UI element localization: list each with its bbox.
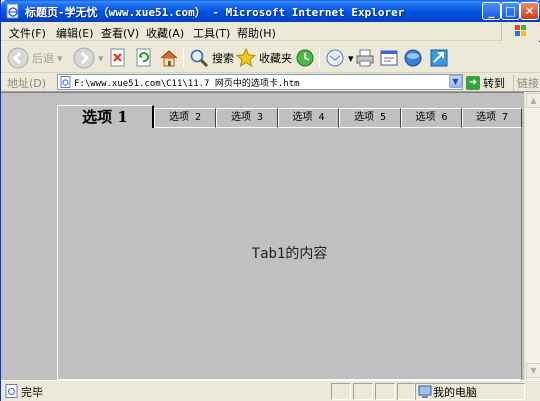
menu-view[interactable]: 查看(V)	[101, 25, 139, 41]
messenger-icon	[404, 49, 422, 67]
tab-7[interactable]: 选项 7	[462, 108, 522, 128]
tab-3[interactable]: 选项 3	[216, 108, 278, 128]
stop-icon	[110, 48, 125, 67]
refresh-icon	[136, 48, 151, 67]
status-cell	[353, 383, 373, 400]
refresh-button[interactable]	[135, 46, 153, 70]
toolbar-separator	[319, 48, 320, 68]
print-button[interactable]	[355, 46, 375, 70]
tab-5[interactable]: 选项 5	[339, 108, 401, 128]
status-text: 完毕	[21, 386, 43, 399]
address-bar: 地址(D) F:\www.xue51.com\C11\11.7 网页中的选项卡.…	[1, 73, 540, 92]
favorites-button[interactable]: 收藏夹	[236, 46, 292, 70]
discuss-button[interactable]	[429, 46, 449, 70]
status-cell	[331, 383, 351, 400]
maximize-button[interactable]: □	[501, 2, 520, 20]
ie-page-icon	[5, 384, 18, 398]
ie-page-icon	[6, 3, 19, 19]
messenger-button[interactable]	[403, 46, 423, 70]
tab-content-text: Tab1的内容	[251, 246, 328, 262]
menu-favorites[interactable]: 收藏(A)	[146, 25, 184, 41]
zone-label: 我的电脑	[433, 386, 477, 399]
address-value: F:\www.xue51.com\C11\11.7 网页中的选项卡.htm	[74, 78, 300, 89]
ie-page-icon	[60, 76, 71, 88]
ie-window: 标题页-学无忧（www.xue51.com） - Microsoft Inter…	[0, 0, 540, 401]
computer-icon	[418, 385, 432, 398]
menu-edit[interactable]: 编辑(E)	[56, 25, 94, 41]
address-dropdown-button[interactable]: ▼	[449, 75, 462, 88]
link-icon	[430, 49, 448, 67]
window-title: 标题页-学无忧（www.xue51.com） - Microsoft Inter…	[25, 6, 405, 19]
forward-button[interactable]: ▾	[73, 46, 104, 70]
history-button[interactable]	[295, 46, 315, 70]
forward-icon	[73, 47, 95, 69]
mail-button[interactable]: ▾	[325, 46, 354, 70]
status-cell	[375, 383, 395, 400]
home-icon	[160, 50, 178, 67]
search-button[interactable]: 搜索	[189, 46, 234, 70]
toolbar-separator	[183, 48, 184, 68]
scroll-up-icon[interactable]: ▲	[526, 93, 540, 108]
print-icon	[356, 49, 374, 67]
back-icon	[7, 47, 29, 69]
scroll-down-icon[interactable]: ▼	[526, 363, 540, 378]
address-input[interactable]: F:\www.xue51.com\C11\11.7 网页中的选项卡.htm	[57, 74, 463, 90]
history-icon	[296, 49, 314, 67]
vertical-scrollbar[interactable]: ▲ ▼	[524, 92, 540, 380]
toolbar: 后退 ▾ ▾ 搜索 收藏夹 ▾	[1, 42, 540, 73]
edit-button[interactable]	[379, 46, 399, 70]
menu-help[interactable]: 帮助(H)	[237, 25, 276, 41]
menu-tools[interactable]: 工具(T)	[193, 25, 230, 41]
search-icon	[190, 49, 209, 68]
status-cell	[397, 383, 415, 400]
tab-1[interactable]: 选项 1	[57, 105, 154, 128]
favorites-star-icon	[236, 48, 256, 68]
home-button[interactable]	[159, 46, 179, 70]
windows-logo-icon	[501, 22, 537, 41]
status-bar: 完毕 我的电脑	[1, 380, 540, 401]
back-button[interactable]: 后退 ▾	[7, 46, 63, 70]
minimize-button[interactable]: _	[482, 2, 501, 20]
title-bar: 标题页-学无忧（www.xue51.com） - Microsoft Inter…	[1, 0, 540, 22]
address-label: 地址(D)	[7, 77, 47, 90]
tab-6[interactable]: 选项 6	[401, 108, 462, 128]
go-button[interactable]: ➜ 转到	[466, 75, 505, 91]
menu-bar: 文件(F) 编辑(E) 查看(V) 收藏(A) 工具(T) 帮助(H)	[1, 22, 540, 41]
edit-icon	[380, 50, 398, 66]
stop-button[interactable]	[109, 46, 127, 70]
tab-2[interactable]: 选项 2	[154, 108, 216, 128]
menu-file[interactable]: 文件(F)	[9, 25, 46, 41]
links-button[interactable]: 链接	[513, 75, 539, 91]
close-button[interactable]: ✕	[520, 2, 539, 20]
mail-icon	[326, 49, 344, 67]
tab-4[interactable]: 选项 4	[278, 108, 339, 128]
go-arrow-icon: ➜	[466, 76, 480, 90]
